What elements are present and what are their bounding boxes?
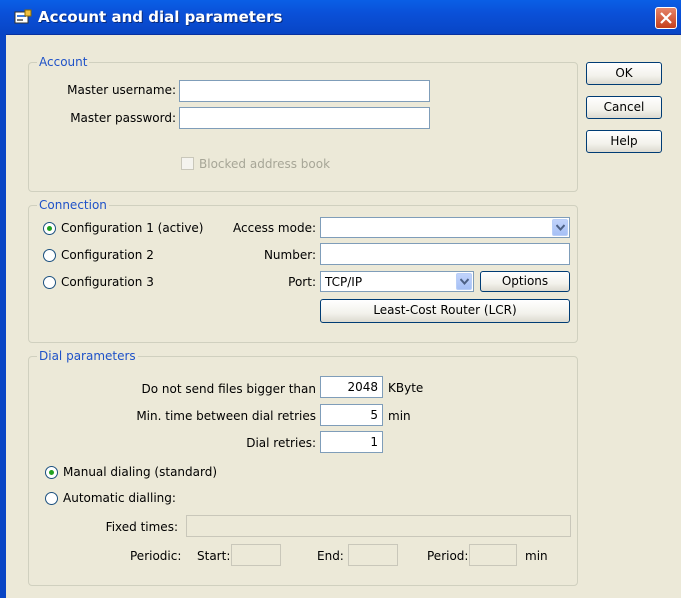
min-time-retries-field[interactable]: 5 <box>320 404 383 426</box>
window-title: Account and dial parameters <box>38 8 283 26</box>
radio-configuration-2[interactable] <box>43 249 56 262</box>
port-value: TCP/IP <box>325 275 363 289</box>
master-password-field[interactable] <box>179 107 430 129</box>
max-file-size-unit: KByte <box>388 381 424 395</box>
radio-configuration-3[interactable] <box>43 276 56 289</box>
fixed-times-label: Fixed times: <box>105 520 178 534</box>
chevron-down-icon <box>460 278 469 285</box>
blocked-address-book-label: Blocked address book <box>199 157 331 171</box>
start-label: Start: <box>197 549 231 563</box>
manual-dialing-label: Manual dialing (standard) <box>63 465 218 479</box>
start-time-field[interactable] <box>231 544 281 566</box>
title-bar[interactable]: Account and dial parameters <box>0 0 681 35</box>
configuration-1-label: Configuration 1 (active) <box>61 221 204 235</box>
radio-selected-dot <box>47 226 52 231</box>
help-button[interactable]: Help <box>586 130 662 153</box>
dial-parameters-legend: Dial parameters <box>37 349 138 363</box>
min-time-retries-unit: min <box>388 409 411 423</box>
min-time-retries-label: Min. time between dial retries <box>136 409 316 423</box>
least-cost-router-button[interactable]: Least-Cost Router (LCR) <box>320 299 570 323</box>
radio-selected-dot <box>49 470 54 475</box>
max-file-size-label: Do not send files bigger than <box>141 382 316 396</box>
port-select[interactable]: TCP/IP <box>320 271 474 292</box>
cancel-button[interactable]: Cancel <box>586 96 662 119</box>
ok-button[interactable]: OK <box>586 62 662 85</box>
period-field[interactable] <box>469 544 517 566</box>
access-mode-label: Access mode: <box>233 221 316 235</box>
close-icon <box>660 12 672 24</box>
port-label: Port: <box>288 275 316 289</box>
options-button[interactable]: Options <box>480 271 570 292</box>
account-legend: Account <box>37 55 90 69</box>
port-dropdown-button[interactable] <box>456 273 472 290</box>
window-icon <box>14 9 32 24</box>
end-label: End: <box>317 549 344 563</box>
chevron-down-icon <box>556 224 565 231</box>
periodic-label: Periodic: <box>130 549 182 563</box>
master-username-field[interactable] <box>179 80 430 102</box>
fixed-times-field[interactable] <box>186 515 571 537</box>
radio-manual-dialing[interactable] <box>45 466 58 479</box>
dial-retries-label: Dial retries: <box>246 436 316 450</box>
window-frame-left <box>0 34 6 598</box>
close-button[interactable] <box>655 7 677 29</box>
access-mode-select[interactable] <box>320 217 570 238</box>
end-time-field[interactable] <box>348 544 398 566</box>
period-label: Period: <box>427 549 469 563</box>
radio-configuration-1[interactable] <box>43 222 56 235</box>
radio-automatic-dialling[interactable] <box>45 492 58 505</box>
configuration-3-label: Configuration 3 <box>61 275 154 289</box>
period-unit: min <box>525 549 548 563</box>
dial-retries-field[interactable]: 1 <box>320 431 383 453</box>
dialog-window: Account and dial parameters OK Cancel He… <box>0 0 681 598</box>
configuration-2-label: Configuration 2 <box>61 248 154 262</box>
blocked-address-book-checkbox[interactable] <box>181 157 194 170</box>
automatic-dialling-label: Automatic dialling: <box>63 491 176 505</box>
master-password-label: Master password: <box>70 111 176 125</box>
number-label: Number: <box>263 248 316 262</box>
number-field[interactable] <box>320 243 570 265</box>
master-username-label: Master username: <box>67 83 176 97</box>
connection-legend: Connection <box>37 198 109 212</box>
access-mode-dropdown-button[interactable] <box>552 219 568 236</box>
max-file-size-field[interactable]: 2048 <box>320 376 383 398</box>
